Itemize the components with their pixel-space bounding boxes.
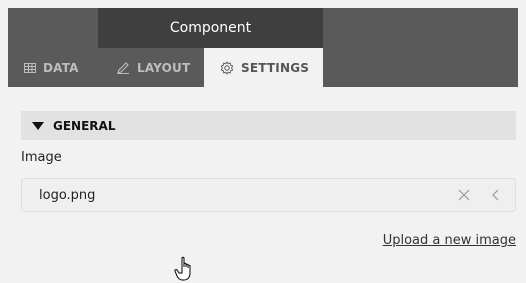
tab-layout-label: LAYOUT (137, 60, 191, 75)
upload-image-link[interactable]: Upload a new image (383, 233, 516, 248)
section-general-header[interactable]: GENERAL (21, 111, 516, 140)
tab-settings[interactable]: SETTINGS (204, 48, 323, 87)
image-field-label: Image (21, 150, 62, 165)
pencil-icon (117, 61, 129, 74)
tab-layout[interactable]: LAYOUT (98, 48, 204, 87)
image-field-value: logo.png (39, 187, 96, 203)
chevron-left-icon[interactable] (490, 188, 500, 202)
close-icon[interactable] (457, 188, 471, 202)
tab-data-label: DATA (43, 60, 79, 75)
caret-down-icon (32, 121, 44, 130)
table-icon (24, 62, 36, 73)
hand-cursor-icon (174, 256, 191, 281)
gear-icon (220, 60, 234, 75)
section-general-label: GENERAL (53, 118, 116, 133)
image-field[interactable]: logo.png (21, 178, 516, 212)
tab-settings-label: SETTINGS (241, 60, 310, 75)
tab-data[interactable]: DATA (8, 48, 98, 87)
component-title: Component (98, 8, 323, 48)
